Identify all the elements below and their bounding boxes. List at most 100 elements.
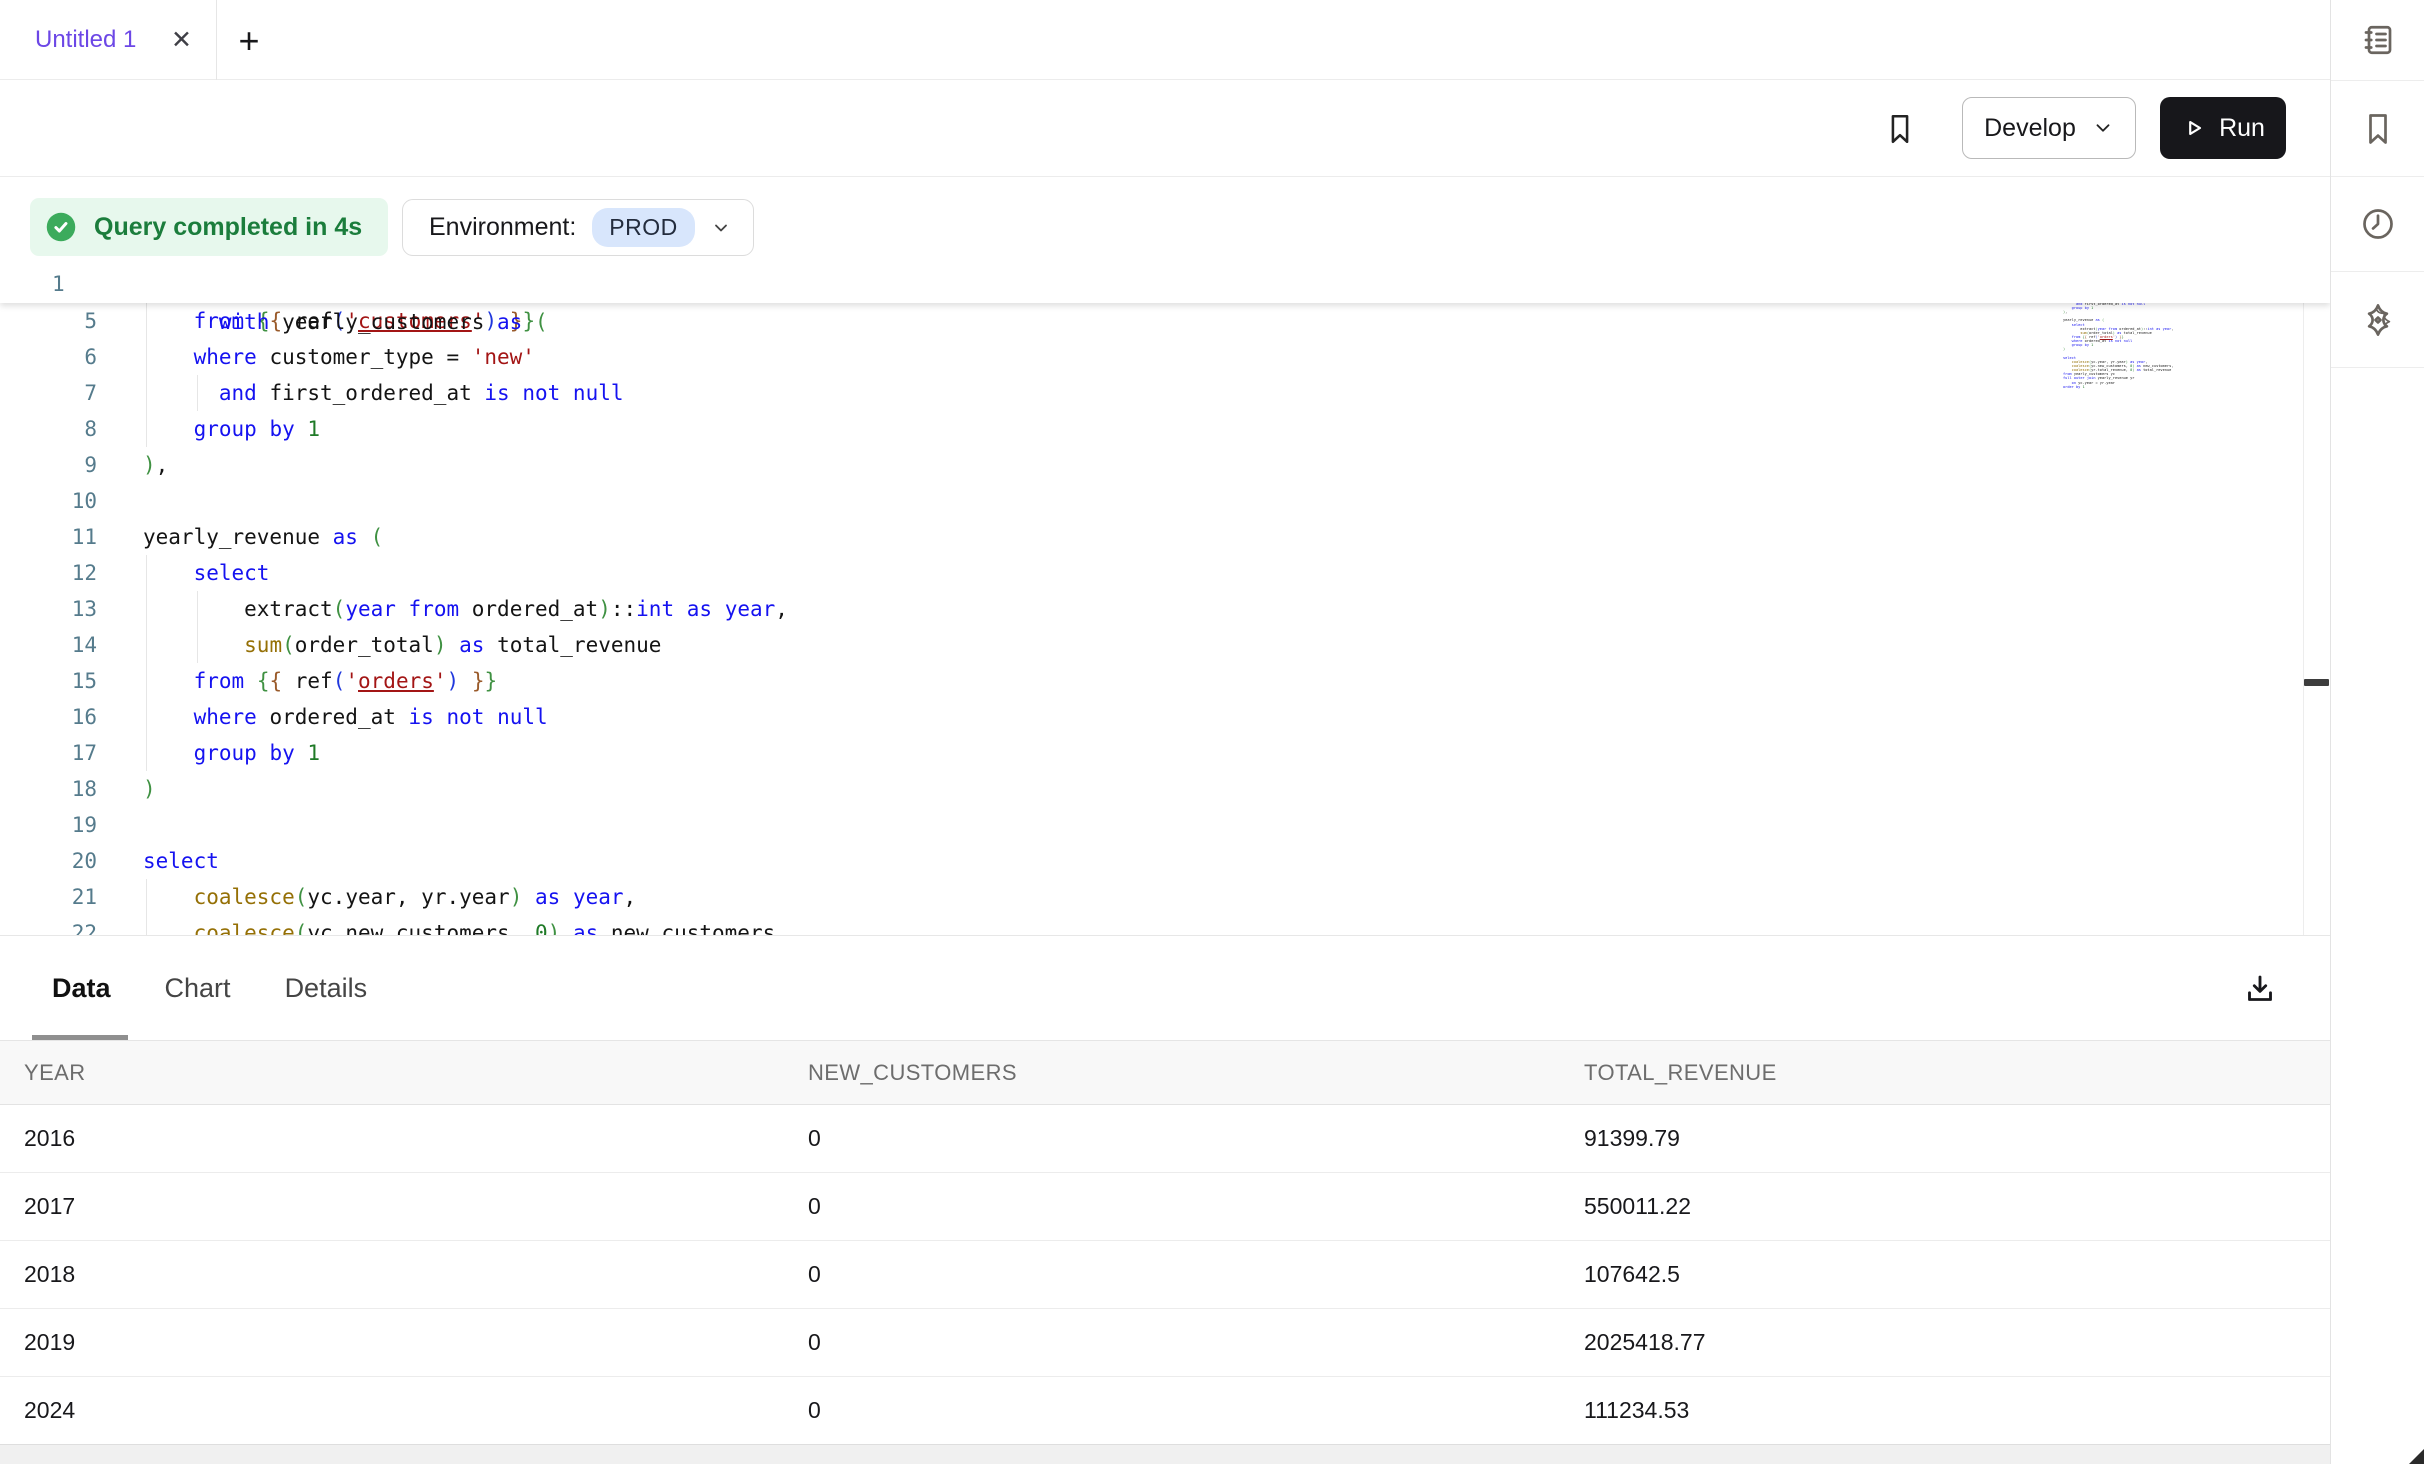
table-cell: 2019 bbox=[0, 1329, 784, 1356]
dbt-star-icon bbox=[2359, 301, 2397, 339]
code-line: 14 sum(order_total) as total_revenue bbox=[0, 627, 2300, 663]
line-number: 12 bbox=[0, 555, 97, 591]
line-number: 20 bbox=[0, 843, 97, 879]
table-cell: 0 bbox=[784, 1125, 1560, 1152]
line-number: 22 bbox=[0, 915, 97, 936]
code-line: 11yearly_revenue as ( bbox=[0, 519, 2300, 555]
line-number: 17 bbox=[0, 735, 97, 771]
environment-selector[interactable]: Environment: PROD bbox=[402, 199, 754, 256]
history-clock-icon bbox=[2360, 206, 2396, 242]
horizontal-scrollbar-track[interactable] bbox=[0, 1444, 2330, 1464]
code-line: 20select bbox=[0, 843, 2300, 879]
code-line: 7 and first_ordered_at is not null bbox=[0, 375, 2300, 411]
line-number: 5 bbox=[0, 303, 97, 339]
editor-scrollbar-thumb[interactable] bbox=[2304, 679, 2329, 686]
table-cell: 91399.79 bbox=[1560, 1125, 2330, 1152]
table-cell: 0 bbox=[784, 1261, 1560, 1288]
table-header-row: YEAR NEW_CUSTOMERS TOTAL_REVENUE bbox=[0, 1041, 2330, 1105]
sql-code-editor[interactable]: 5 from {{ ref('customers') }}6 where cus… bbox=[0, 265, 2330, 936]
bookmark-icon bbox=[2360, 111, 2396, 147]
table-cell: 111234.53 bbox=[1560, 1397, 2330, 1424]
code-line: 15 from {{ ref('orders') }} bbox=[0, 663, 2300, 699]
table-cell: 0 bbox=[784, 1329, 1560, 1356]
table-cell: 0 bbox=[784, 1193, 1560, 1220]
download-icon bbox=[2242, 971, 2278, 1007]
tab-label: Untitled 1 bbox=[35, 26, 171, 54]
table-row: 2016091399.79 bbox=[0, 1105, 2330, 1173]
column-header-total-revenue: TOTAL_REVENUE bbox=[1560, 1060, 2330, 1086]
table-body: 2016091399.7920170550011.2220180107642.5… bbox=[0, 1105, 2330, 1445]
chevron-down-icon bbox=[711, 218, 731, 238]
code-line: 12 select bbox=[0, 555, 2300, 591]
environment-label: Environment: bbox=[429, 213, 576, 242]
table-cell: 0 bbox=[784, 1397, 1560, 1424]
chevron-down-icon bbox=[2092, 117, 2114, 139]
table-cell: 2025418.77 bbox=[1560, 1329, 2330, 1356]
code-lines: 5 from {{ ref('customers') }}6 where cus… bbox=[0, 303, 2300, 936]
tab-chart[interactable]: Chart bbox=[163, 973, 233, 1004]
code-line: 13 extract(year from ordered_at)::int as… bbox=[0, 591, 2300, 627]
code-line: 8 group by 1 bbox=[0, 411, 2300, 447]
check-circle-icon bbox=[43, 209, 79, 245]
close-icon[interactable]: ✕ bbox=[171, 28, 192, 53]
sidebar-item-lineage[interactable] bbox=[2331, 0, 2424, 81]
sidebar-item-bookmarks[interactable] bbox=[2331, 81, 2424, 177]
query-status-badge: Query completed in 4s bbox=[30, 198, 388, 256]
active-tab-underline bbox=[32, 1035, 128, 1040]
table-row: 20170550011.22 bbox=[0, 1173, 2330, 1241]
table-row: 20180107642.5 bbox=[0, 1241, 2330, 1309]
results-table: YEAR NEW_CUSTOMERS TOTAL_REVENUE 2016091… bbox=[0, 1041, 2330, 1445]
line-number: 15 bbox=[0, 663, 97, 699]
table-cell: 2016 bbox=[0, 1125, 784, 1152]
query-status-text: Query completed in 4s bbox=[94, 213, 362, 242]
toolbar: Develop Run bbox=[0, 81, 2330, 177]
column-header-year: YEAR bbox=[0, 1060, 784, 1086]
notebook-list-icon bbox=[2360, 22, 2396, 58]
sidebar-item-history[interactable] bbox=[2331, 177, 2424, 272]
tab-data[interactable]: Data bbox=[50, 973, 113, 1004]
line-number: 7 bbox=[0, 375, 97, 411]
right-icon-sidebar bbox=[2330, 0, 2424, 1464]
tab-details[interactable]: Details bbox=[283, 973, 370, 1004]
code-line: 16 where ordered_at is not null bbox=[0, 699, 2300, 735]
table-row: 20240111234.53 bbox=[0, 1377, 2330, 1445]
bookmark-button[interactable] bbox=[1878, 107, 1922, 151]
code-line: 10 bbox=[0, 483, 2300, 519]
table-cell: 107642.5 bbox=[1560, 1261, 2330, 1288]
add-tab-button[interactable]: + bbox=[230, 22, 268, 60]
table-cell: 2017 bbox=[0, 1193, 784, 1220]
code-line: 17 group by 1 bbox=[0, 735, 2300, 771]
line-number: 1 bbox=[52, 265, 65, 303]
environment-value-pill: PROD bbox=[592, 208, 694, 247]
minimap-line: order by 1 bbox=[2063, 385, 2233, 389]
table-cell: 2018 bbox=[0, 1261, 784, 1288]
results-tab-bar: Data Chart Details bbox=[0, 937, 2330, 1041]
develop-label: Develop bbox=[1984, 114, 2076, 143]
line-number: 14 bbox=[0, 627, 97, 663]
line-number: 8 bbox=[0, 411, 97, 447]
ide-window: Untitled 1 ✕ + Develop bbox=[0, 0, 2424, 1464]
line-number: 9 bbox=[0, 447, 97, 483]
line-number: 13 bbox=[0, 591, 97, 627]
download-button[interactable] bbox=[2236, 965, 2284, 1013]
code-line: with yearly_customers as ( bbox=[219, 310, 548, 334]
editor-scrollbar-track bbox=[2303, 265, 2304, 935]
develop-dropdown[interactable]: Develop bbox=[1962, 97, 2136, 159]
line-number: 11 bbox=[0, 519, 97, 555]
table-cell: 2024 bbox=[0, 1397, 784, 1424]
line-number: 18 bbox=[0, 771, 97, 807]
bookmark-icon bbox=[1883, 112, 1917, 146]
window-resize-grip[interactable] bbox=[2409, 1449, 2424, 1464]
code-line: 22 coalesce(yc.new_customers, 0) as new_… bbox=[0, 915, 2300, 936]
code-line: 19 bbox=[0, 807, 2300, 843]
sidebar-item-dbt[interactable] bbox=[2331, 272, 2424, 368]
code-line: 21 coalesce(yc.year, yr.year) as year, bbox=[0, 879, 2300, 915]
run-button[interactable]: Run bbox=[2160, 97, 2286, 159]
code-line: 18) bbox=[0, 771, 2300, 807]
sticky-context-line: 1with yearly_customers as ( bbox=[0, 265, 2330, 303]
tab-untitled-1[interactable]: Untitled 1 ✕ bbox=[0, 0, 217, 80]
plus-icon: + bbox=[238, 20, 259, 62]
line-number: 6 bbox=[0, 339, 97, 375]
code-line: 6 where customer_type = 'new' bbox=[0, 339, 2300, 375]
line-number: 21 bbox=[0, 879, 97, 915]
